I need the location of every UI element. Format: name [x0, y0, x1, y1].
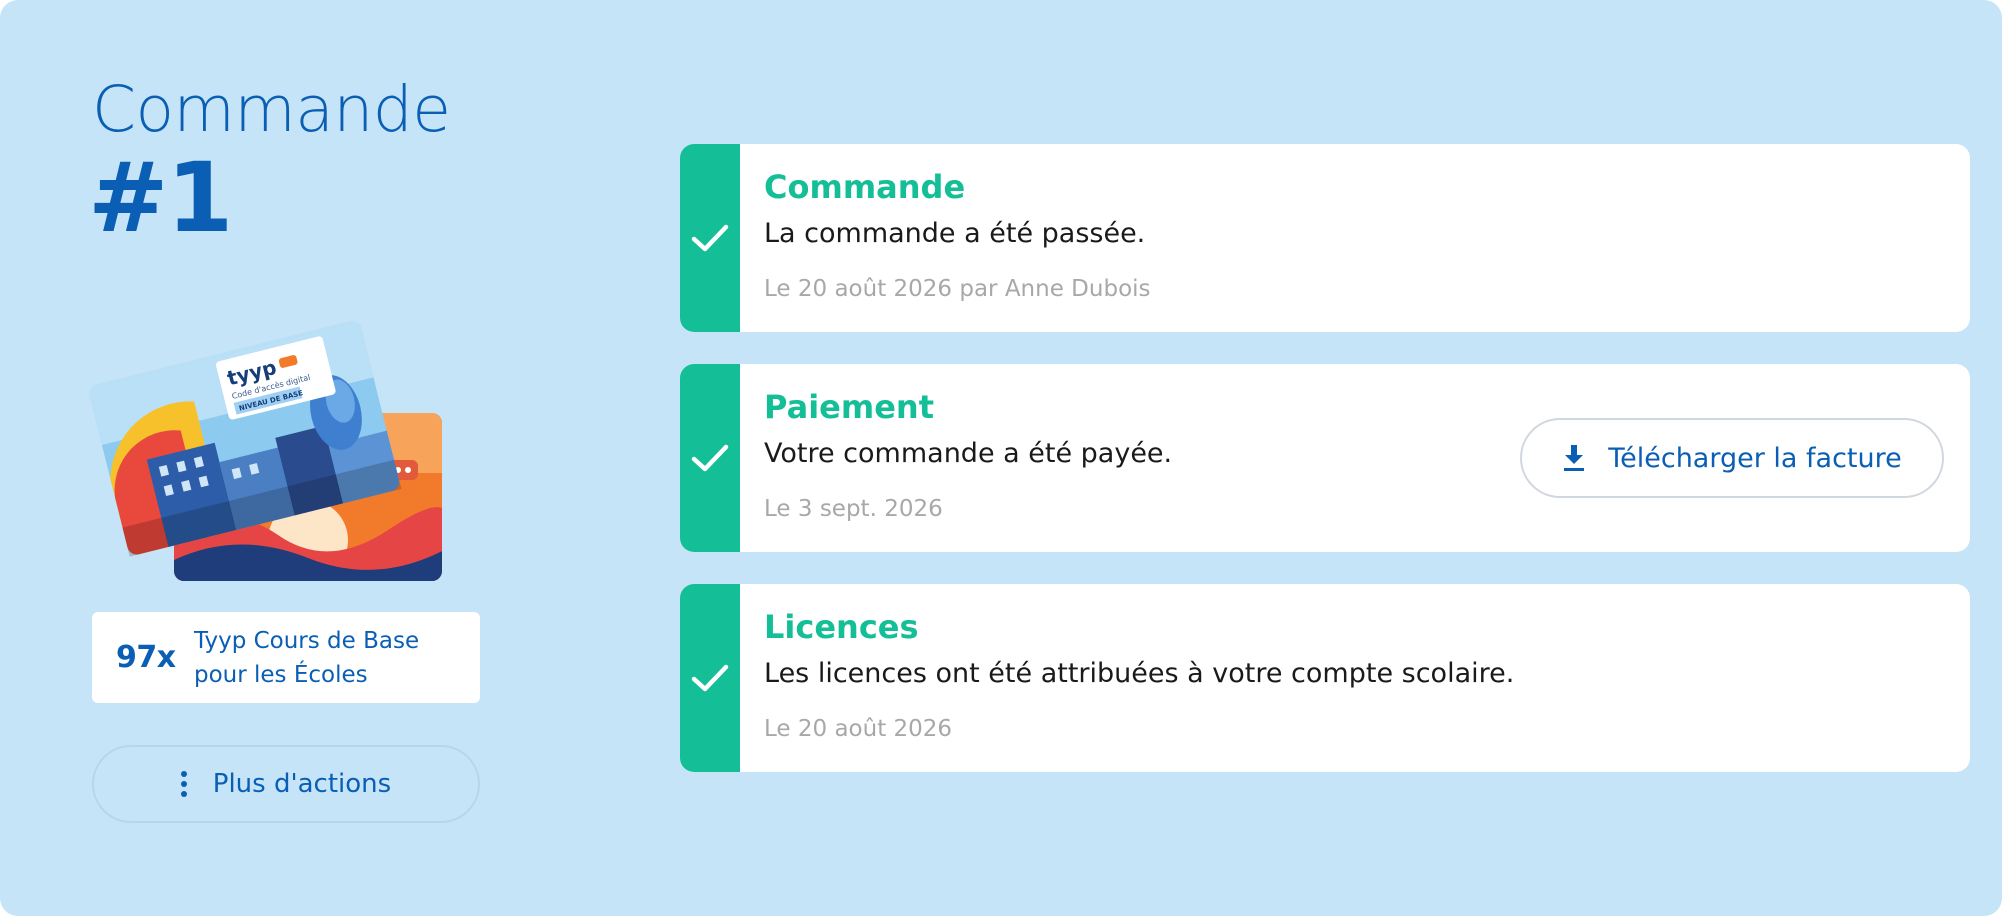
check-icon: [691, 664, 729, 692]
step-title: Paiement: [764, 388, 934, 426]
order-panel: Commande #1 tyyp Code d'accès digital NI…: [0, 0, 2002, 916]
more-actions-label: Plus d'actions: [212, 769, 392, 799]
step-licences: Licences Les licences ont été attribuées…: [680, 584, 1970, 772]
check-icon: [691, 444, 729, 472]
step-description: Les licences ont été attribuées à votre …: [764, 658, 1515, 689]
step-title: Commande: [764, 168, 966, 206]
step-status-bar: [680, 364, 740, 552]
download-invoice-button[interactable]: Télécharger la facture: [1520, 418, 1944, 498]
product-cards-illustration: tyyp Code d'accès digital NIVEAU DE BASE: [87, 290, 448, 590]
step-payment: Paiement Votre commande a été payée. Le …: [680, 364, 1970, 552]
step-order: Commande La commande a été passée. Le 20…: [680, 144, 1970, 332]
check-icon: [691, 224, 729, 252]
order-label: Commande: [92, 73, 451, 146]
vertical-dots-icon: [180, 771, 187, 797]
step-status-bar: [680, 584, 740, 772]
step-description: La commande a été passée.: [764, 218, 1146, 249]
download-invoice-label: Télécharger la facture: [1608, 442, 1902, 474]
product-summary: 97x Tyyp Cours de Base pour les Écoles: [92, 612, 480, 703]
step-status-bar: [680, 144, 740, 332]
step-description: Votre commande a été payée.: [764, 438, 1173, 469]
step-date: Le 20 août 2026 par Anne Dubois: [764, 276, 1151, 302]
more-actions-button[interactable]: Plus d'actions: [92, 745, 480, 823]
download-icon: [1564, 445, 1585, 471]
product-quantity: 97x: [116, 640, 176, 675]
step-date: Le 20 août 2026: [764, 716, 953, 742]
step-date: Le 3 sept. 2026: [764, 496, 943, 522]
order-number: #1: [88, 142, 233, 254]
product-name: Tyyp Cours de Base pour les Écoles: [194, 627, 420, 688]
step-title: Licences: [764, 608, 919, 646]
